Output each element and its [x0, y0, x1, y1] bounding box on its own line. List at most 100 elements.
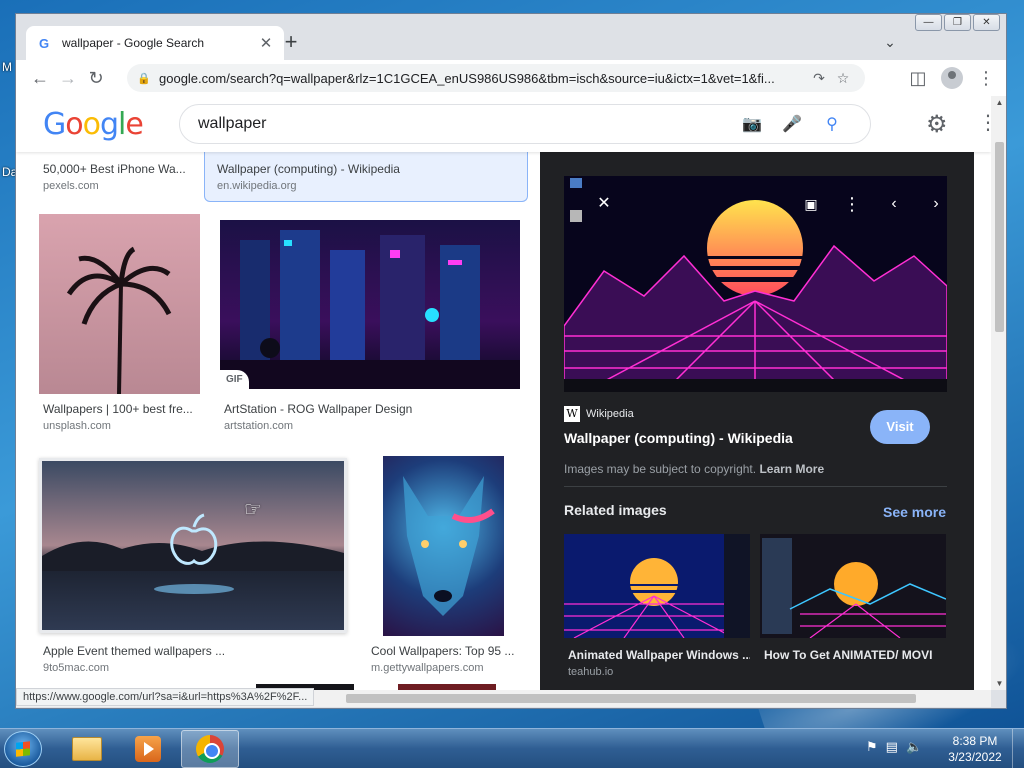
logo-letter: g	[99, 107, 119, 142]
related-image-thumbnail[interactable]	[760, 534, 946, 638]
visit-button[interactable]: Visit	[870, 410, 930, 444]
side-panel-icon[interactable]: ◫	[904, 64, 932, 92]
copyright-text: Images may be subject to copyright.	[564, 462, 757, 476]
settings-gear-icon[interactable]: ⚙	[926, 110, 948, 139]
address-url[interactable]: google.com/search?q=wallpaper&rlz=1C1GCE…	[159, 71, 807, 86]
back-arrow-icon[interactable]: ←	[26, 64, 54, 92]
media-player-icon	[135, 736, 161, 762]
page-content: Google wallpaper 📷 🎤 ⚲ ⚙ ⋮ 50,000+ Best …	[16, 96, 991, 690]
result-caption: Wallpapers | 100+ best fre...	[43, 402, 193, 416]
google-favicon-icon: G	[38, 35, 50, 51]
address-bar[interactable]: 🔒 google.com/search?q=wallpaper&rlz=1C1G…	[127, 64, 865, 92]
previous-arrow-icon[interactable]: ‹	[880, 190, 908, 218]
start-button[interactable]	[4, 731, 42, 767]
taskbar-explorer[interactable]	[58, 730, 116, 768]
bookmark-star-icon[interactable]: ☆	[831, 70, 855, 87]
volume-icon[interactable]: 🔈	[906, 739, 922, 755]
show-desktop-button[interactable]	[1012, 729, 1024, 768]
related-caption: How To Get ANIMATED/ MOVI	[764, 648, 933, 662]
apple-event-thumbnail[interactable]	[39, 458, 347, 633]
result-source: 9to5mac.com	[43, 662, 110, 674]
search-box[interactable]: wallpaper 📷 🎤 ⚲	[179, 104, 871, 144]
related-image-thumbnail[interactable]	[564, 534, 750, 638]
see-more-link[interactable]: See more	[883, 504, 946, 520]
result-source: pexels.com	[43, 180, 99, 192]
logo-letter: e	[125, 107, 143, 142]
result-item[interactable]: 50,000+ Best iPhone Wa... pexels.com	[43, 162, 213, 192]
result-item[interactable]: Wallpapers | 100+ best fre... unsplash.c…	[43, 402, 203, 432]
result-item[interactable]: ArtStation - ROG Wallpaper Design artsta…	[224, 402, 524, 432]
restore-button[interactable]: ❐	[944, 14, 971, 31]
vertical-scrollbar[interactable]: ▲ ▼	[991, 96, 1006, 690]
action-center-flag-icon[interactable]: ⚑	[866, 739, 878, 755]
apps-grid-icon[interactable]: ⋮	[978, 110, 991, 135]
browser-window: G wallpaper - Google Search ✕ + ⌄ — ❐ ✕ …	[15, 13, 1007, 709]
hand-cursor-icon: ☞	[244, 499, 262, 521]
palm-tree-thumbnail[interactable]	[39, 214, 200, 394]
google-header: Google wallpaper 📷 🎤 ⚲ ⚙ ⋮	[16, 96, 991, 152]
result-item-selected[interactable]: Wallpaper (computing) - Wikipedia en.wik…	[204, 152, 528, 202]
browser-toolbar: ← → ↻ 🔒 google.com/search?q=wallpaper&rl…	[16, 60, 1006, 96]
divider	[564, 486, 947, 487]
toolbar-right: ◫ ⋮	[904, 64, 1000, 92]
forward-arrow-icon[interactable]: →	[54, 64, 82, 92]
result-caption: 50,000+ Best iPhone Wa...	[43, 162, 186, 176]
scroll-up-arrow[interactable]: ▲	[991, 98, 1006, 107]
taskbar-chrome[interactable]	[181, 730, 239, 768]
close-panel-icon[interactable]: ✕	[590, 190, 618, 218]
tab-strip: G wallpaper - Google Search ✕ + ⌄ — ❐ ✕	[16, 14, 1006, 60]
chrome-icon	[196, 735, 224, 763]
result-source: artstation.com	[224, 420, 294, 432]
preview-title[interactable]: Wallpaper (computing) - Wikipedia	[564, 430, 793, 446]
result-item[interactable]: Cool Wallpapers: Top 95 ... m.gettywallp…	[371, 644, 521, 674]
logo-letter: o	[82, 107, 101, 142]
related-image-card[interactable]: How To Get ANIMATED/ MOVI	[760, 534, 946, 662]
close-window-button[interactable]: ✕	[973, 14, 1000, 31]
avatar	[941, 67, 963, 89]
cyberpunk-city-thumbnail[interactable]: GIF	[220, 220, 520, 389]
search-input[interactable]: wallpaper	[198, 115, 732, 133]
tab-google-search[interactable]: G wallpaper - Google Search ✕	[26, 26, 284, 60]
search-icon[interactable]: ⚲	[812, 114, 852, 134]
reload-icon[interactable]: ↻	[82, 64, 110, 92]
result-caption: Wallpaper (computing) - Wikipedia	[217, 162, 400, 176]
scroll-down-arrow[interactable]: ▼	[991, 679, 1006, 688]
more-options-icon[interactable]: ⋮	[838, 190, 866, 218]
result-item[interactable]: Apple Event themed wallpapers ... 9to5ma…	[43, 644, 343, 674]
profile-button[interactable]	[938, 64, 966, 92]
tab-search-chevron-icon[interactable]: ⌄	[878, 30, 902, 54]
share-icon[interactable]: ↷	[807, 70, 831, 87]
clock[interactable]: 8:38 PM 3/23/2022	[940, 733, 1010, 765]
scrollbar-thumb[interactable]	[346, 694, 916, 703]
related-images-heading: Related images	[564, 502, 667, 518]
wolf-thumbnail[interactable]	[383, 456, 504, 636]
lock-icon[interactable]: 🔒	[137, 72, 151, 85]
desktop-icon-label[interactable]: M	[2, 60, 12, 74]
clock-time: 8:38 PM	[952, 734, 998, 748]
clock-date: 3/23/2022	[948, 750, 1002, 764]
google-logo[interactable]: Google	[43, 107, 144, 142]
tab-title: wallpaper - Google Search	[62, 36, 205, 50]
system-tray: ⚑ ▤ 🔈	[866, 739, 922, 755]
wikipedia-icon: W	[564, 406, 580, 422]
related-image-card[interactable]: Animated Wallpaper Windows ... teahub.io	[564, 534, 750, 678]
scrollbar-thumb[interactable]	[995, 142, 1004, 332]
kebab-menu-icon[interactable]: ⋮	[972, 64, 1000, 92]
source-name: Wikipedia	[586, 408, 634, 420]
next-arrow-icon[interactable]: ›	[922, 190, 950, 218]
learn-more-link[interactable]: Learn More	[759, 462, 824, 476]
network-icon[interactable]: ▤	[886, 739, 898, 755]
taskbar-media-player[interactable]	[119, 730, 177, 768]
logo-letter: o	[65, 107, 83, 142]
result-source: en.wikipedia.org	[217, 180, 297, 192]
lens-search-icon[interactable]: ▣	[797, 190, 825, 218]
camera-icon[interactable]: 📷	[732, 114, 772, 134]
microphone-icon[interactable]: 🎤	[772, 114, 812, 134]
preview-source[interactable]: W Wikipedia	[564, 406, 634, 422]
related-source: teahub.io	[568, 666, 614, 678]
image-preview-panel: ✕ ▣ ⋮ ‹ › W Wikipedia Wallpaper (computi…	[540, 152, 974, 690]
related-caption: Animated Wallpaper Windows ...	[568, 648, 750, 662]
tab-close-icon[interactable]: ✕	[258, 34, 274, 52]
minimize-button[interactable]: —	[915, 14, 942, 31]
new-tab-button[interactable]: +	[278, 30, 304, 56]
